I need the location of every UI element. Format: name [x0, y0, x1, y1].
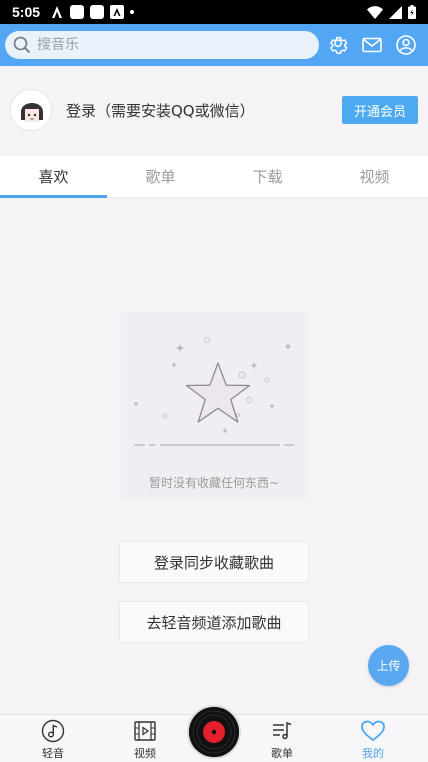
vinyl-record-icon	[189, 707, 239, 757]
search-input[interactable]	[37, 37, 287, 53]
tab-videos[interactable]: 视频	[321, 156, 428, 197]
messages-button[interactable]	[360, 33, 384, 57]
nav-item-playlist[interactable]: 歌单	[252, 719, 312, 761]
add-songs-button[interactable]: 去轻音频道添加歌曲	[119, 601, 309, 643]
mail-icon	[362, 37, 382, 53]
app-a-icon	[52, 6, 63, 18]
star-icon	[185, 362, 251, 423]
music-note-icon	[41, 719, 65, 743]
app-a-box-icon	[110, 5, 125, 19]
nav-label: 歌单	[271, 747, 293, 760]
library-tabs: 喜欢 歌单 下载 视频	[0, 156, 428, 198]
nav-item-qingyin[interactable]: 轻音	[23, 719, 83, 761]
empty-state-text: 暂时没有收藏任何东西~	[148, 476, 280, 490]
tab-downloads[interactable]: 下载	[214, 156, 321, 197]
nav-item-mine[interactable]: 我的	[343, 719, 403, 761]
playlist-icon	[273, 721, 292, 740]
now-playing-record[interactable]	[189, 707, 239, 757]
empty-state: 暂时没有收藏任何东西~	[121, 312, 307, 500]
search-icon	[13, 36, 31, 54]
user-login-panel: 登录（需要安装QQ或微信） 开通会员	[0, 66, 428, 154]
login-sync-button[interactable]: 登录同步收藏歌曲	[119, 541, 309, 583]
system-status-icons	[367, 5, 416, 19]
status-bar: 5:05	[0, 0, 428, 24]
profile-button[interactable]	[394, 33, 418, 57]
battery-icon	[408, 5, 416, 19]
tab-playlists[interactable]: 歌单	[107, 156, 214, 197]
app-square-icon	[90, 5, 105, 19]
empty-star-illustration	[133, 337, 294, 446]
search-header	[0, 24, 428, 66]
user-circle-icon	[396, 35, 416, 55]
open-vip-button[interactable]: 开通会员	[342, 96, 418, 124]
wifi-icon	[367, 5, 383, 19]
tab-favorites[interactable]: 喜欢	[0, 156, 107, 198]
login-prompt[interactable]: 登录（需要安装QQ或微信）	[66, 100, 255, 121]
settings-button[interactable]	[326, 33, 350, 57]
status-time: 5:05	[12, 4, 41, 20]
avatar[interactable]	[10, 89, 52, 131]
nav-label: 我的	[362, 747, 384, 760]
heart-icon	[361, 720, 385, 741]
upload-button[interactable]: 上传	[368, 645, 409, 686]
signal-icon	[389, 5, 402, 19]
default-avatar-icon	[11, 90, 51, 130]
nav-label: 视频	[134, 747, 156, 760]
nav-label: 轻音	[42, 747, 64, 760]
nav-item-video[interactable]: 视频	[115, 719, 175, 761]
app-square-icon	[70, 5, 85, 19]
notification-icons	[50, 5, 135, 19]
gear-icon	[330, 36, 348, 54]
search-bar[interactable]	[5, 31, 319, 59]
film-icon	[134, 721, 156, 741]
more-notifications-dot	[130, 10, 135, 14]
